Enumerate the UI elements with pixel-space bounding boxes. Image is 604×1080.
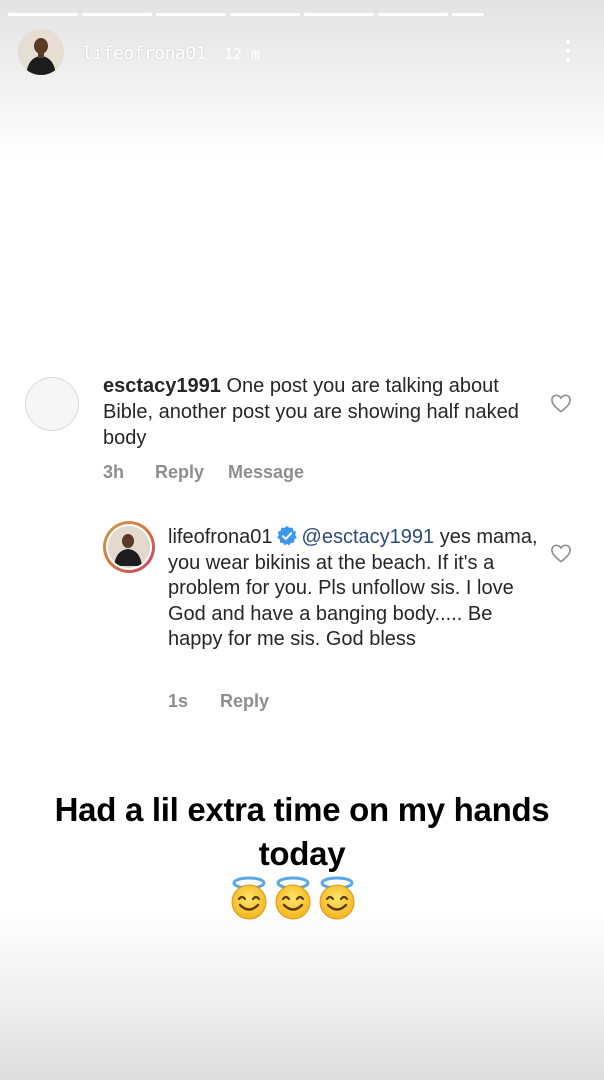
reply-body: lifeofrona01 @esctacy1991 yes mama, you …	[168, 525, 540, 653]
commenter-avatar[interactable]	[25, 377, 79, 431]
comment-time: 3h	[103, 462, 125, 482]
smiling-face-with-halo-icon	[319, 876, 355, 920]
progress-segment	[82, 13, 152, 16]
progress-segment	[230, 13, 300, 16]
comment-message-button[interactable]: Message	[228, 462, 304, 483]
story-progress-bar	[8, 13, 596, 16]
story-header: lifeofrona01 12 m	[18, 28, 588, 78]
progress-segment	[526, 13, 596, 16]
smiling-face-with-halo-icon	[231, 876, 267, 920]
comment-body: esctacy1991 One post you are talking abo…	[103, 373, 543, 451]
progress-segment	[304, 13, 374, 16]
more-options-icon[interactable]	[562, 38, 574, 66]
story-timestamp: 12 m	[224, 45, 261, 63]
commenter-username[interactable]: esctacy1991	[103, 375, 221, 397]
like-heart-icon[interactable]	[550, 393, 572, 413]
verified-badge-icon	[276, 525, 297, 546]
reply-username[interactable]: lifeofrona01	[168, 526, 273, 548]
story-caption: Had a lil extra time on my hands today	[54, 791, 550, 872]
progress-segment	[378, 13, 448, 16]
progress-segment	[156, 13, 226, 16]
progress-segment	[8, 13, 78, 16]
reply-mention-link[interactable]: @esctacy1991	[302, 526, 435, 548]
comment-reply-button[interactable]: Reply	[155, 462, 204, 483]
reply-avatar[interactable]	[103, 521, 155, 573]
story-username[interactable]: lifeofrona01	[82, 43, 207, 64]
smiling-face-with-halo-icon	[275, 876, 311, 920]
reply-reply-button[interactable]: Reply	[220, 691, 269, 712]
story-avatar[interactable]	[18, 29, 64, 75]
reply-time: 1s	[168, 691, 189, 711]
top-gradient	[0, 0, 604, 160]
bottom-gradient	[0, 910, 604, 1080]
progress-segment-current	[452, 13, 522, 16]
like-heart-icon[interactable]	[550, 543, 572, 563]
emoji-row	[228, 876, 360, 920]
